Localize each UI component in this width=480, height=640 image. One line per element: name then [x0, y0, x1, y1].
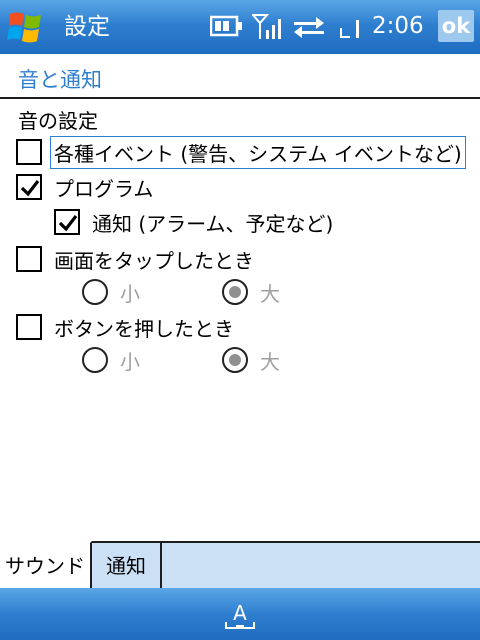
- signal-icon[interactable]: [250, 14, 284, 44]
- screen-tap-option[interactable]: 画面をタップしたとき: [16, 243, 254, 275]
- tab-notifications[interactable]: 通知: [92, 541, 162, 590]
- notifications-option[interactable]: 通知 (アラーム、予定など): [54, 206, 333, 238]
- button-volume-small-label: 小: [120, 349, 140, 374]
- programs-option[interactable]: プログラム: [16, 171, 153, 203]
- button-volume-small-radio[interactable]: [82, 347, 108, 373]
- input-icon-letter: A: [233, 601, 247, 625]
- app-title: 設定: [64, 14, 110, 40]
- tap-volume-large-radio[interactable]: [222, 279, 248, 305]
- ok-button[interactable]: ok: [438, 10, 474, 42]
- button-volume-large-radio[interactable]: [222, 347, 248, 373]
- soft-key-bar: A: [0, 588, 480, 640]
- tab-sound[interactable]: サウンド: [0, 541, 92, 590]
- programs-label: プログラム: [54, 176, 154, 201]
- button-volume-large[interactable]: 大: [222, 344, 280, 376]
- tap-volume-large-label: 大: [260, 281, 280, 306]
- clock[interactable]: 2:06: [372, 12, 424, 40]
- speaker-level-icon[interactable]: [338, 16, 364, 44]
- page-title: 音と通知: [18, 68, 102, 92]
- button-press-option[interactable]: ボタンを押したとき: [16, 311, 234, 343]
- windows-start-icon[interactable]: [6, 8, 46, 46]
- screen-tap-label: 画面をタップしたとき: [54, 248, 254, 273]
- notifications-label: 通知 (アラーム、予定など): [92, 211, 334, 236]
- tap-volume-small-radio[interactable]: [82, 279, 108, 305]
- button-volume-large-label: 大: [260, 349, 280, 374]
- tap-volume-small[interactable]: 小: [82, 276, 140, 308]
- button-press-checkbox[interactable]: [16, 314, 42, 340]
- sync-arrows-icon[interactable]: [292, 14, 326, 44]
- tap-volume-small-label: 小: [120, 281, 140, 306]
- events-label[interactable]: 各種イベント (警告、システム イベントなど): [50, 135, 466, 169]
- notifications-checkbox[interactable]: [54, 209, 80, 235]
- section-label: 音の設定: [18, 109, 98, 133]
- button-press-label: ボタンを押したとき: [54, 316, 234, 341]
- events-checkbox[interactable]: [16, 139, 42, 165]
- keyboard-input-icon[interactable]: A: [222, 596, 258, 636]
- screen-tap-checkbox[interactable]: [16, 246, 42, 272]
- header-divider: [0, 97, 480, 99]
- events-option[interactable]: 各種イベント (警告、システム イベントなど): [16, 135, 466, 169]
- programs-checkbox[interactable]: [16, 174, 42, 200]
- battery-icon[interactable]: [209, 14, 244, 42]
- tap-volume-large[interactable]: 大: [222, 276, 280, 308]
- title-bar: 設定 2:06 ok: [0, 0, 480, 54]
- button-volume-small[interactable]: 小: [82, 344, 140, 376]
- tab-strip: サウンド 通知: [0, 541, 480, 590]
